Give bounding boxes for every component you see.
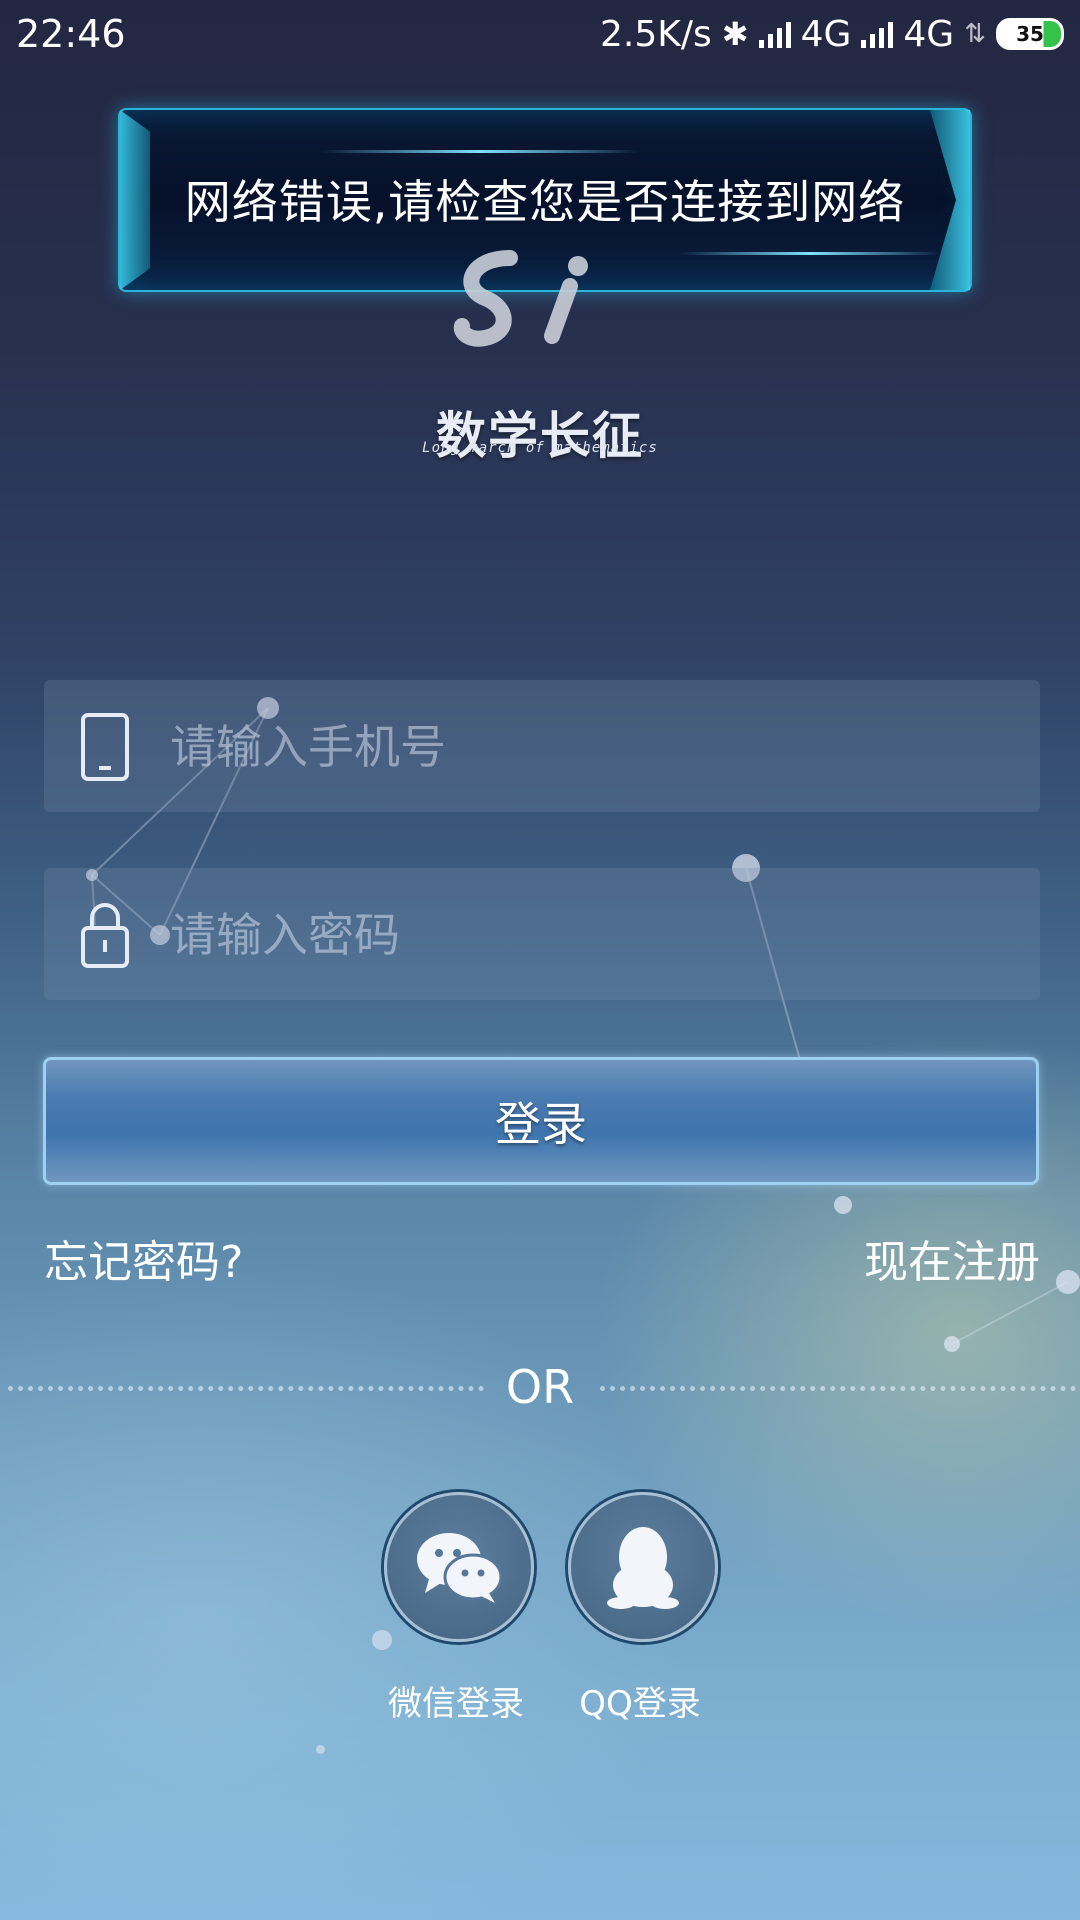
signal-icon-2 — [861, 20, 894, 48]
status-indicators: 2.5K/s ✱ 4G 4G ⇅ 35 — [600, 12, 1064, 56]
or-divider: OR — [0, 1360, 1080, 1414]
qq-login-label[interactable]: QQ登录 — [540, 1676, 740, 1725]
status-time: 22:46 — [16, 12, 126, 56]
qq-icon — [607, 1527, 679, 1609]
forgot-password-link[interactable]: 忘记密码? — [44, 1226, 243, 1290]
network-type-1: 4G — [800, 13, 852, 55]
divider-line-right — [600, 1386, 1076, 1391]
app-logo-title: 数学长征 — [436, 406, 644, 465]
lock-icon — [81, 903, 129, 968]
login-button[interactable]: 登录 — [43, 1057, 1039, 1185]
app-logo-icon — [453, 250, 588, 347]
signal-icon-1 — [758, 20, 791, 48]
bluetooth-icon: ✱ — [721, 15, 749, 53]
wechat-icon — [417, 1533, 503, 1603]
phone-field[interactable] — [44, 680, 1040, 814]
phone-icon — [81, 713, 129, 781]
status-bar: 22:46 2.5K/s ✱ 4G 4G ⇅ 35 — [0, 0, 1080, 68]
register-link[interactable]: 现在注册 — [864, 1226, 1040, 1290]
wechat-login-button[interactable] — [384, 1492, 534, 1642]
battery-level: 35 — [1016, 22, 1044, 46]
phone-input[interactable] — [168, 680, 1012, 814]
decorative-dot — [316, 1745, 325, 1754]
battery-icon: 35 — [996, 18, 1064, 50]
toast-glow-line — [320, 150, 640, 153]
network-type-2: 4G — [903, 13, 955, 55]
wechat-login-label[interactable]: 微信登录 — [356, 1676, 556, 1725]
password-field[interactable] — [44, 868, 1040, 1002]
toast-message: 网络错误,请检查您是否连接到网络 — [184, 175, 906, 229]
app-logo-subtitle: Long march of mathematics — [422, 440, 658, 456]
toast-glow-line — [680, 252, 940, 255]
decorative-dot — [372, 1630, 392, 1650]
data-transfer-icon: ⇅ — [964, 19, 986, 49]
qq-login-button[interactable] — [568, 1492, 718, 1642]
password-input[interactable] — [168, 868, 1012, 1002]
network-speed: 2.5K/s — [600, 13, 712, 55]
